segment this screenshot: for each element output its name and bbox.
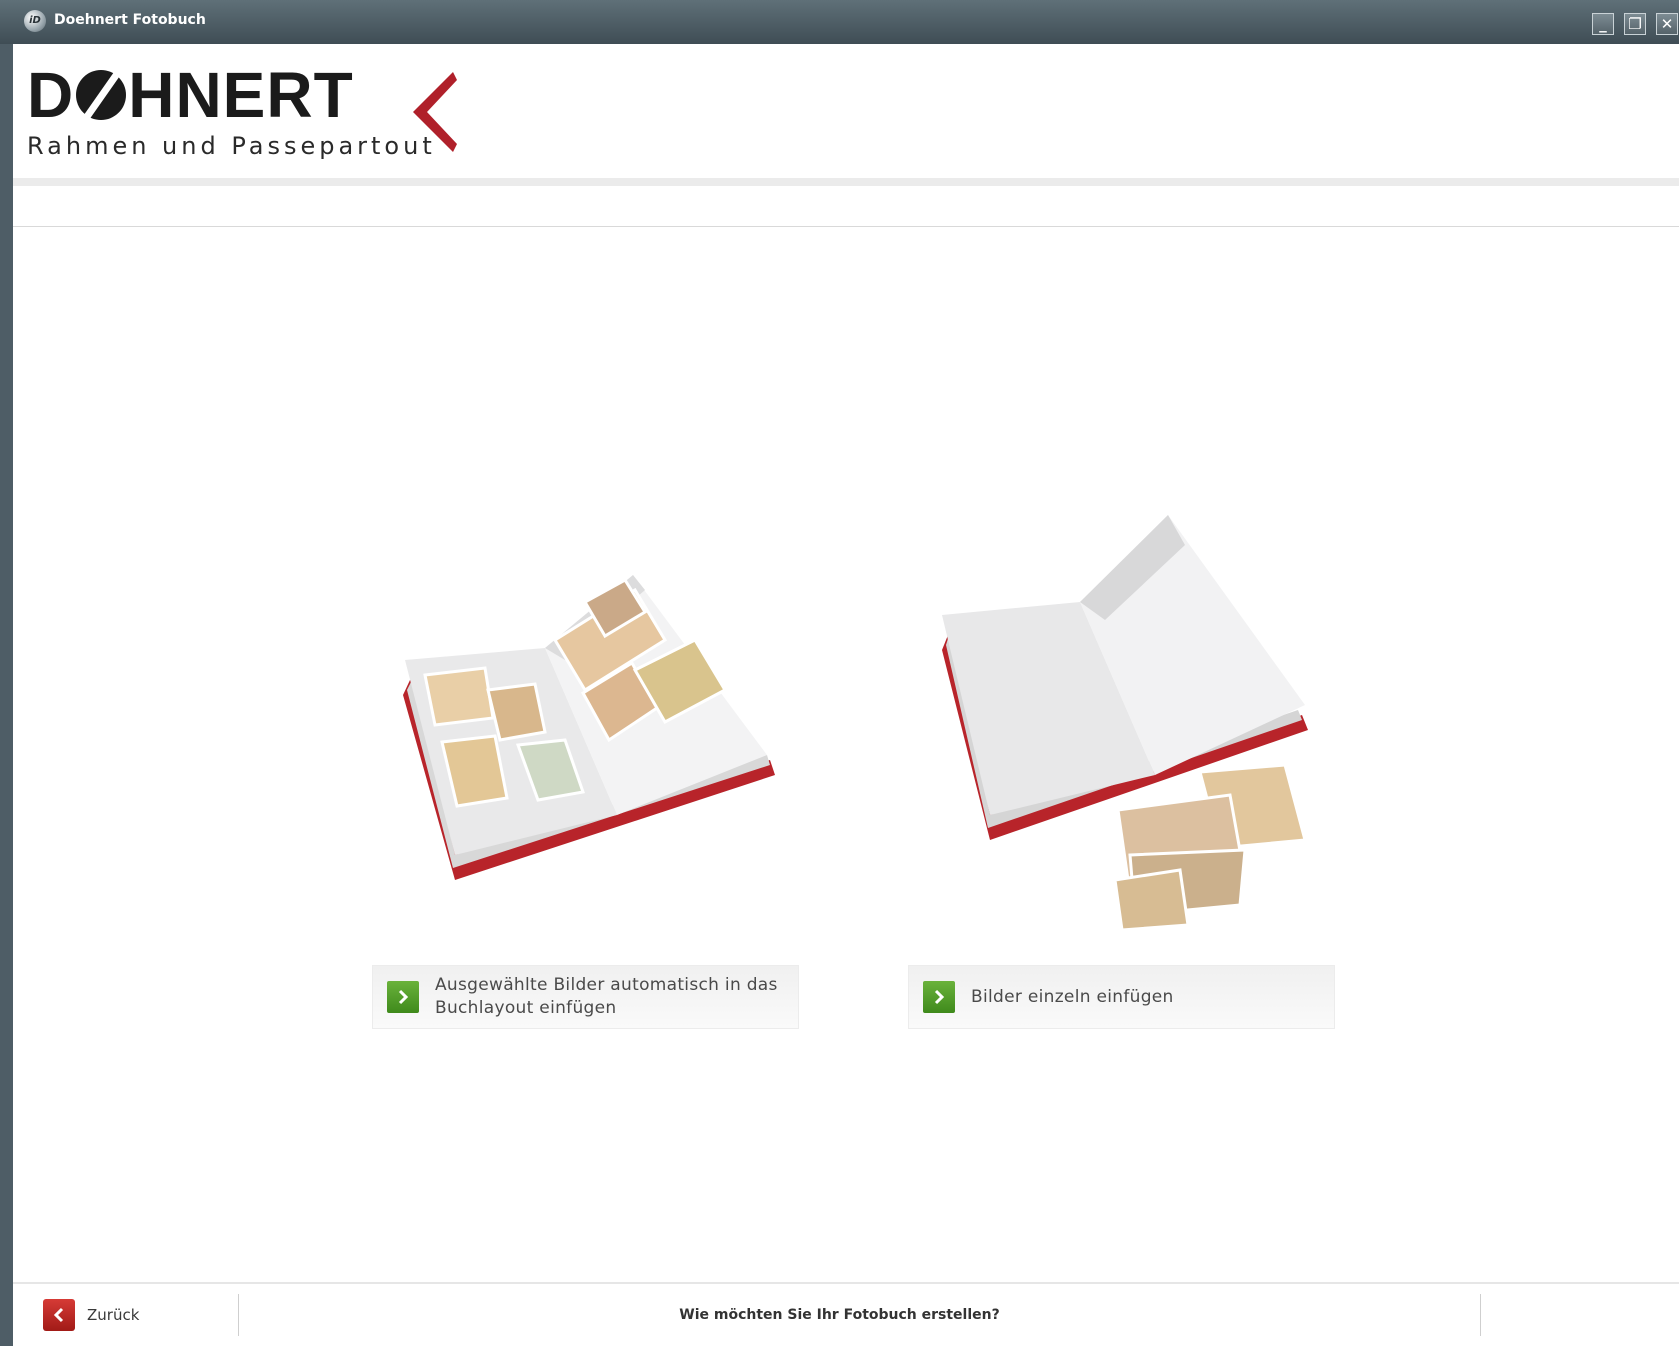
footer-question: Wie möchten Sie Ihr Fotobuch erstellen? (679, 1307, 1000, 1323)
logo-text-start: D (27, 59, 75, 131)
close-button[interactable]: ✕ (1656, 13, 1678, 35)
green-arrow-icon (387, 981, 419, 1013)
logo-o-mark (76, 70, 127, 120)
option-label-line1: Bilder einzeln einfügen (971, 986, 1174, 1007)
option-label-line2: Buchlayout einfügen (435, 998, 617, 1018)
window-title: Doehnert Fotobuch (54, 12, 206, 28)
green-arrow-icon (923, 981, 955, 1013)
window-titlebar: iD Doehnert Fotobuch _ ❐ ✕ (0, 0, 1679, 46)
brand-logo: D HNERT (27, 63, 354, 127)
auto-layout-book-illustration[interactable] (395, 550, 785, 890)
header-divider (13, 178, 1679, 186)
restore-button[interactable]: ❐ (1624, 13, 1646, 35)
brand-header: D HNERT Rahmen und Passepartout (13, 44, 1679, 178)
brand-tagline: Rahmen und Passepartout (27, 132, 436, 160)
auto-layout-option-button[interactable]: Ausgewählte Bilder automatisch in das Bu… (372, 965, 799, 1029)
option-label: Bilder einzeln einfügen (971, 986, 1174, 1009)
minimize-button[interactable]: _ (1592, 13, 1614, 35)
main-content (13, 227, 1679, 1282)
option-label: Ausgewählte Bilder automatisch in das Bu… (435, 974, 778, 1020)
option-label-line1: Ausgewählte Bilder automatisch in das (435, 975, 778, 995)
single-insert-option-button[interactable]: Bilder einzeln einfügen (908, 965, 1335, 1029)
app-icon: iD (24, 10, 46, 32)
single-insert-book-illustration[interactable] (930, 510, 1310, 930)
brand-chevron-icon (413, 72, 457, 152)
logo-text-end: HNERT (128, 59, 354, 131)
window-frame-left (0, 44, 13, 1346)
